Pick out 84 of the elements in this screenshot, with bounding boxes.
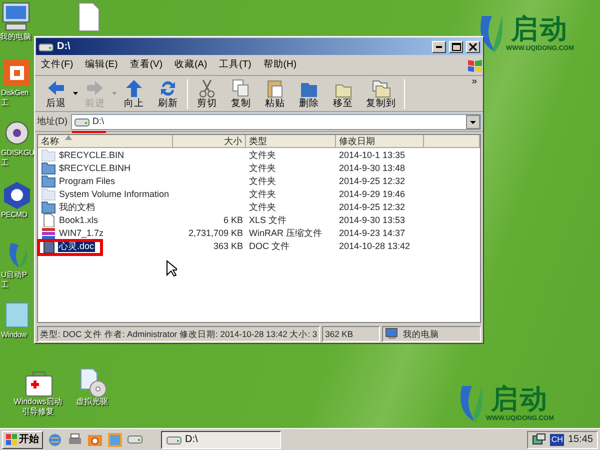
file-name[interactable]: System Volume Information <box>58 188 170 200</box>
more-button[interactable]: » <box>466 76 483 88</box>
folder-icon[interactable] <box>41 161 56 175</box>
menu-item[interactable]: 编辑(E) <box>79 58 124 73</box>
menu-item[interactable]: 收藏(A) <box>168 58 214 73</box>
file-name[interactable]: Book1.xls <box>58 214 100 226</box>
close-button[interactable] <box>466 40 480 52</box>
status-zone: 我的电脑 <box>403 328 440 341</box>
file-name[interactable]: WIN7_1.7z <box>58 227 105 239</box>
computer-icon <box>385 328 400 340</box>
toolbar-button[interactable]: 刷新 <box>151 78 185 110</box>
menu-item[interactable]: 文件(F) <box>35 58 80 73</box>
logo-text: 启动 <box>490 384 549 414</box>
file-size: 6 KB <box>223 214 243 226</box>
column-header[interactable]: 大小 <box>173 135 246 148</box>
modified-date: 2014-10-28 13:42 <box>338 240 412 252</box>
language-indicator[interactable]: CH <box>550 434 564 446</box>
modified-date: 2014-9-23 14:37 <box>338 227 406 239</box>
sort-arrow-icon <box>65 135 72 140</box>
toolbar-button[interactable]: 粘贴 <box>258 78 292 110</box>
minimize-button[interactable] <box>432 40 446 52</box>
file-name[interactable]: 我的文档 <box>58 201 96 213</box>
file-type: 文件夹 <box>248 175 277 187</box>
logo-swoosh-icon <box>458 384 484 424</box>
icon-label: 引导修复 <box>22 407 54 417</box>
icon-label: 虚拟光驱 <box>76 397 108 407</box>
maximize-button[interactable] <box>449 40 463 52</box>
file-size: 2,731,709 KB <box>188 227 243 239</box>
file-type: 文件夹 <box>248 149 277 161</box>
file-name[interactable]: Program Files <box>58 175 116 187</box>
folder-icon[interactable] <box>41 174 56 188</box>
toolbar-button[interactable]: 剪切 <box>190 78 224 110</box>
file-size: 363 KB <box>213 240 243 252</box>
header-filler <box>424 135 480 148</box>
file-type: DOC 文件 <box>248 240 290 252</box>
column-header[interactable]: 名称 <box>38 135 173 148</box>
modified-date: 2014-9-29 19:46 <box>338 188 406 200</box>
close-icon <box>469 42 477 50</box>
folder-icon[interactable] <box>41 200 56 214</box>
file-name[interactable]: $RECYCLE.BINH <box>58 162 132 174</box>
file-type: 文件夹 <box>248 188 277 200</box>
toolbar-button[interactable]: 复制 <box>224 78 258 110</box>
folders-icon <box>370 78 392 98</box>
file-type: 文件夹 <box>248 162 277 174</box>
column-header[interactable]: 类型 <box>246 135 336 148</box>
address-value: D:\ <box>92 114 106 128</box>
minimize-icon <box>436 46 442 48</box>
status-text: 类型: DOC 文件 作者: Administrator 修改日期: 2014-10-28 13:42 大小: 3 <box>37 326 320 342</box>
taskbar-button[interactable]: D:\ <box>161 430 281 448</box>
mouse-cursor-icon <box>166 260 177 277</box>
clock: 15:45 <box>568 433 593 447</box>
books-icon[interactable] <box>41 226 56 240</box>
file-type: WinRAR 压缩文件 <box>248 227 324 239</box>
modified-date: 2014-10-1 13:35 <box>338 149 406 161</box>
file-icon[interactable] <box>41 213 56 227</box>
windows-flag-icon <box>467 58 483 72</box>
menu-item[interactable]: 帮助(H) <box>257 58 302 73</box>
modified-date: 2014-9-30 13:48 <box>338 162 406 174</box>
modified-date: 2014-9-25 12:32 <box>338 201 406 213</box>
toolbar-button[interactable]: 删除 <box>292 78 326 110</box>
dropdown-caret-icon[interactable] <box>73 92 78 95</box>
toolbar-button[interactable]: 复制到 <box>360 78 402 110</box>
address-label: 地址(D) <box>37 114 68 128</box>
menu-item[interactable]: 工具(T) <box>213 58 258 73</box>
modified-date: 2014-9-25 12:32 <box>338 175 406 187</box>
logo-text: 启动 <box>510 14 569 44</box>
computer-icon[interactable] <box>0 2 32 32</box>
toolbar-button[interactable]: 向上 <box>117 78 151 110</box>
network-icon[interactable] <box>532 432 546 446</box>
file-name[interactable]: $RECYCLE.BIN <box>58 149 126 161</box>
icon-label: Windows启动 <box>14 397 62 407</box>
start-button[interactable]: 开始 <box>2 430 43 448</box>
toolbar-button[interactable]: 后退 <box>39 78 73 110</box>
logo-swoosh-icon <box>478 14 504 54</box>
windows-logo-icon <box>6 434 17 445</box>
file-type: XLS 文件 <box>248 214 288 226</box>
status-text: 362 KB <box>322 326 380 342</box>
toolbar-button[interactable]: 移至 <box>326 78 360 110</box>
maximize-icon <box>452 42 460 50</box>
column-header[interactable]: 修改日期 <box>336 135 424 148</box>
modified-date: 2014-9-30 13:53 <box>338 214 406 226</box>
window-title: D:\ <box>57 40 72 54</box>
menu-item[interactable]: 查看(V) <box>124 58 168 73</box>
file-type: 文件夹 <box>248 201 277 213</box>
